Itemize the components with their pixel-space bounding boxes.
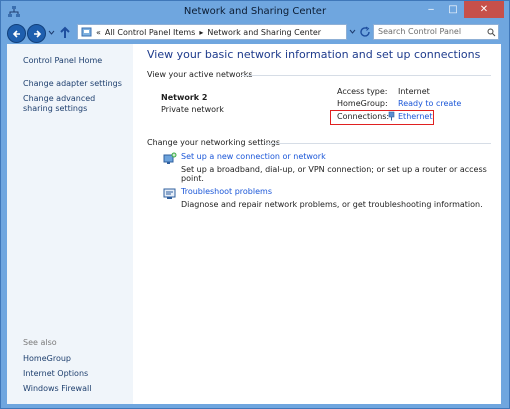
arrow-right-icon <box>33 29 41 38</box>
homegroup-ready-to-create-link[interactable]: Ready to create <box>398 99 461 108</box>
divider <box>241 75 491 76</box>
change-settings-title: Change your networking settings <box>147 138 281 147</box>
access-type-label: Access type: <box>337 87 388 96</box>
breadcrumb-separator[interactable]: ▸ <box>199 28 203 37</box>
homegroup-link[interactable]: HomeGroup <box>23 354 71 363</box>
breadcrumb-network-and-sharing-center[interactable]: Network and Sharing Center <box>207 28 321 37</box>
arrow-left-icon <box>12 29 20 38</box>
recent-pages-chevron-icon[interactable] <box>48 30 55 35</box>
new-connection-icon <box>163 152 177 164</box>
back-button[interactable] <box>7 24 26 43</box>
maximize-button[interactable]: □ <box>442 1 464 18</box>
connections-label: Connections: <box>337 112 390 121</box>
search-input[interactable]: Search Control Panel <box>373 24 499 40</box>
up-arrow-icon[interactable] <box>59 26 71 39</box>
troubleshoot-problems-link[interactable]: Troubleshoot problems <box>181 187 272 196</box>
breadcrumb-all-control-panel-items[interactable]: All Control Panel Items <box>105 28 195 37</box>
address-dropdown-icon[interactable] <box>349 29 356 34</box>
sidebar: Control Panel Home Change adapter settin… <box>7 44 133 404</box>
setup-new-connection-description: Set up a broadband, dial-up, or VPN conn… <box>181 165 487 183</box>
ethernet-icon <box>388 111 395 121</box>
forward-button[interactable] <box>27 24 46 43</box>
network-name: Network 2 <box>161 93 208 102</box>
refresh-icon[interactable] <box>359 26 371 38</box>
window: Network and Sharing Center ‒ □ ✕ « All C… <box>0 0 510 409</box>
address-bar[interactable]: « All Control Panel Items ▸ Network and … <box>77 24 347 40</box>
windows-firewall-link[interactable]: Windows Firewall <box>23 384 91 393</box>
minimize-button[interactable]: ‒ <box>420 1 442 18</box>
page-title: View your basic network information and … <box>147 48 481 61</box>
close-button[interactable]: ✕ <box>464 1 504 18</box>
control-panel-home-link[interactable]: Control Panel Home <box>23 56 102 65</box>
change-advanced-sharing-settings-link[interactable]: Change advanced sharing settings <box>23 94 121 114</box>
network-type: Private network <box>161 105 224 114</box>
access-type-value: Internet <box>398 87 430 96</box>
ethernet-connection-link[interactable]: Ethernet <box>398 112 432 121</box>
homegroup-label: HomeGroup: <box>337 99 388 108</box>
navigation-bar: « All Control Panel Items ▸ Network and … <box>1 23 509 43</box>
change-adapter-settings-link[interactable]: Change adapter settings <box>23 79 122 88</box>
content-area: Control Panel Home Change adapter settin… <box>7 44 501 404</box>
main-panel: View your basic network information and … <box>133 44 501 404</box>
setup-new-connection-link[interactable]: Set up a new connection or network <box>181 152 326 161</box>
troubleshoot-problems-description: Diagnose and repair network problems, or… <box>181 200 483 209</box>
active-networks-title: View your active networks <box>147 70 253 79</box>
address-chevron[interactable]: « <box>96 28 101 37</box>
see-also-title: See also <box>23 338 57 347</box>
title-bar[interactable]: Network and Sharing Center ‒ □ ✕ <box>1 1 509 23</box>
control-panel-icon <box>81 27 92 36</box>
divider <box>265 143 491 144</box>
window-controls: ‒ □ ✕ <box>420 1 504 19</box>
troubleshoot-icon <box>163 188 176 199</box>
internet-options-link[interactable]: Internet Options <box>23 369 88 378</box>
search-icon[interactable] <box>487 28 496 37</box>
